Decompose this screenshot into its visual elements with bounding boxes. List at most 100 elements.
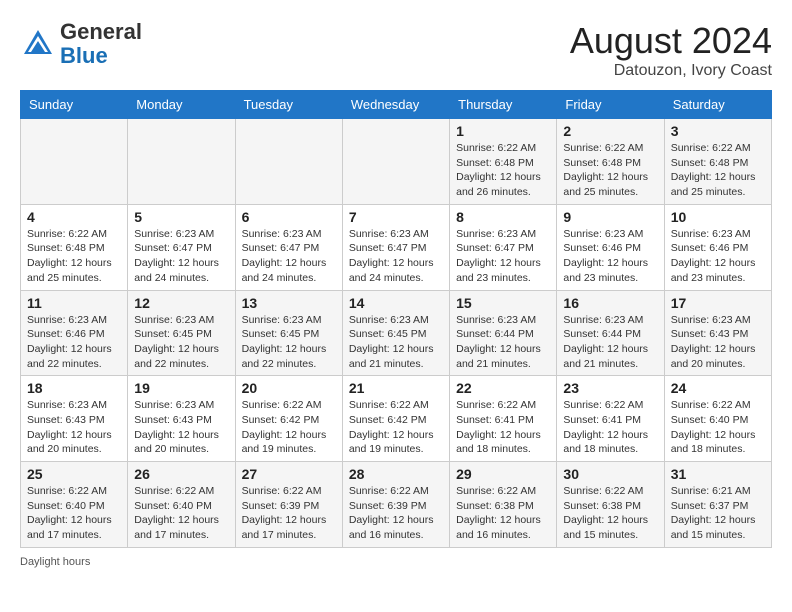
header-day-saturday: Saturday — [664, 91, 771, 119]
day-info: Sunrise: 6:22 AM Sunset: 6:38 PM Dayligh… — [456, 484, 550, 543]
day-info: Sunrise: 6:23 AM Sunset: 6:43 PM Dayligh… — [671, 313, 765, 372]
calendar-cell: 10 Sunrise: 6:23 AM Sunset: 6:46 PM Dayli… — [664, 204, 771, 290]
header-day-sunday: Sunday — [21, 91, 128, 119]
day-number: 13 — [242, 295, 336, 311]
calendar-cell: 25 Sunrise: 6:22 AM Sunset: 6:40 PM Dayli… — [21, 462, 128, 548]
day-info: Sunrise: 6:22 AM Sunset: 6:42 PM Dayligh… — [349, 398, 443, 457]
calendar-table: SundayMondayTuesdayWednesdayThursdayFrid… — [20, 90, 772, 548]
day-number: 10 — [671, 209, 765, 225]
day-info: Sunrise: 6:23 AM Sunset: 6:47 PM Dayligh… — [242, 227, 336, 286]
calendar-cell: 5 Sunrise: 6:23 AM Sunset: 6:47 PM Daylig… — [128, 204, 235, 290]
day-info: Sunrise: 6:23 AM Sunset: 6:46 PM Dayligh… — [563, 227, 657, 286]
day-number: 28 — [349, 466, 443, 482]
header-row: SundayMondayTuesdayWednesdayThursdayFrid… — [21, 91, 772, 119]
day-number: 15 — [456, 295, 550, 311]
day-number: 20 — [242, 380, 336, 396]
calendar-cell: 15 Sunrise: 6:23 AM Sunset: 6:44 PM Dayli… — [450, 290, 557, 376]
calendar-header: SundayMondayTuesdayWednesdayThursdayFrid… — [21, 91, 772, 119]
day-number: 14 — [349, 295, 443, 311]
calendar-cell: 24Sunrise: 6:22 AM Sunset: 6:40 PM Dayli… — [664, 376, 771, 462]
calendar-cell: 20 Sunrise: 6:22 AM Sunset: 6:42 PM Dayli… — [235, 376, 342, 462]
day-info: Sunrise: 6:23 AM Sunset: 6:47 PM Dayligh… — [456, 227, 550, 286]
day-number: 27 — [242, 466, 336, 482]
day-number: 8 — [456, 209, 550, 225]
calendar-cell: 30 Sunrise: 6:22 AM Sunset: 6:38 PM Dayli… — [557, 462, 664, 548]
calendar-cell: 1Sunrise: 6:22 AM Sunset: 6:48 PM Daylig… — [450, 119, 557, 205]
month-year-title: August 2024 — [570, 20, 772, 62]
calendar-body: 1 Sunrise: 6:22 AM Sunset: 6:48 PM Daylig… — [21, 119, 772, 548]
day-info: Sunrise: 6:23 AM Sunset: 6:47 PM Dayligh… — [134, 227, 228, 286]
day-info: Sunrise: 6:22 AM Sunset: 6:41 PM Dayligh… — [563, 398, 657, 457]
logo-general-text: General — [60, 19, 142, 44]
calendar-cell: 14 Sunrise: 6:23 AM Sunset: 6:45 PM Dayli… — [342, 290, 449, 376]
day-info: Sunrise: 6:22 AM Sunset: 6:40 PM Dayligh… — [27, 484, 121, 543]
day-info: Sunrise: 6:23 AM Sunset: 6:45 PM Dayligh… — [349, 313, 443, 372]
day-number: 29 — [456, 466, 550, 482]
calendar-cell: 21 Sunrise: 6:22 AM Sunset: 6:42 PM Dayli… — [342, 376, 449, 462]
logo: General Blue — [20, 20, 142, 68]
day-number: 12 — [134, 295, 228, 311]
day-number: 21 — [349, 380, 443, 396]
day-number: 18 — [27, 380, 121, 396]
day-info: Sunrise: 6:23 AM Sunset: 6:45 PM Dayligh… — [134, 313, 228, 372]
day-info: Sunrise: 6:21 AM Sunset: 6:37 PM Dayligh… — [671, 484, 765, 543]
day-number: 23 — [563, 380, 657, 396]
location-subtitle: Datouzon, Ivory Coast — [570, 62, 772, 80]
header-day-tuesday: Tuesday — [235, 91, 342, 119]
day-number: 9 — [563, 209, 657, 225]
day-number: 25 — [27, 466, 121, 482]
day-info: Sunrise: 6:22 AM Sunset: 6:48 PM Dayligh… — [671, 141, 765, 200]
day-number: 30 — [563, 466, 657, 482]
day-info: Sunrise: 6:23 AM Sunset: 6:43 PM Dayligh… — [27, 398, 121, 457]
calendar-cell: 31Sunrise: 6:21 AM Sunset: 6:37 PM Dayli… — [664, 462, 771, 548]
calendar-cell — [235, 119, 342, 205]
calendar-cell: 13 Sunrise: 6:23 AM Sunset: 6:45 PM Dayli… — [235, 290, 342, 376]
day-info: Sunrise: 6:22 AM Sunset: 6:42 PM Dayligh… — [242, 398, 336, 457]
logo-blue-text: Blue — [60, 43, 108, 68]
day-number: 7 — [349, 209, 443, 225]
day-info: Sunrise: 6:22 AM Sunset: 6:41 PM Dayligh… — [456, 398, 550, 457]
day-info: Sunrise: 6:22 AM Sunset: 6:48 PM Dayligh… — [27, 227, 121, 286]
calendar-cell: 23 Sunrise: 6:22 AM Sunset: 6:41 PM Dayli… — [557, 376, 664, 462]
calendar-cell: 26Sunrise: 6:22 AM Sunset: 6:40 PM Dayli… — [128, 462, 235, 548]
calendar-cell: 28Sunrise: 6:22 AM Sunset: 6:39 PM Dayli… — [342, 462, 449, 548]
day-info: Sunrise: 6:23 AM Sunset: 6:47 PM Dayligh… — [349, 227, 443, 286]
day-info: Sunrise: 6:23 AM Sunset: 6:46 PM Dayligh… — [671, 227, 765, 286]
calendar-cell: 12 Sunrise: 6:23 AM Sunset: 6:45 PM Dayli… — [128, 290, 235, 376]
page-header: General Blue August 2024 Datouzon, Ivory… — [20, 20, 772, 80]
day-info: Sunrise: 6:23 AM Sunset: 6:46 PM Dayligh… — [27, 313, 121, 372]
week-row-3: 11Sunrise: 6:23 AM Sunset: 6:46 PM Dayli… — [21, 290, 772, 376]
day-info: Sunrise: 6:22 AM Sunset: 6:38 PM Dayligh… — [563, 484, 657, 543]
calendar-cell: 11Sunrise: 6:23 AM Sunset: 6:46 PM Dayli… — [21, 290, 128, 376]
calendar-cell: 19Sunrise: 6:23 AM Sunset: 6:43 PM Dayli… — [128, 376, 235, 462]
day-info: Sunrise: 6:23 AM Sunset: 6:45 PM Dayligh… — [242, 313, 336, 372]
calendar-cell: 29 Sunrise: 6:22 AM Sunset: 6:38 PM Dayli… — [450, 462, 557, 548]
calendar-cell: 6 Sunrise: 6:23 AM Sunset: 6:47 PM Daylig… — [235, 204, 342, 290]
day-info: Sunrise: 6:23 AM Sunset: 6:43 PM Dayligh… — [134, 398, 228, 457]
day-number: 3 — [671, 123, 765, 139]
calendar-cell — [21, 119, 128, 205]
day-info: Sunrise: 6:22 AM Sunset: 6:40 PM Dayligh… — [671, 398, 765, 457]
day-number: 16 — [563, 295, 657, 311]
calendar-cell: 2 Sunrise: 6:22 AM Sunset: 6:48 PM Daylig… — [557, 119, 664, 205]
week-row-1: 1 Sunrise: 6:22 AM Sunset: 6:48 PM Daylig… — [21, 119, 772, 205]
day-number: 1 — [456, 123, 550, 139]
day-number: 5 — [134, 209, 228, 225]
title-block: August 2024 Datouzon, Ivory Coast — [570, 20, 772, 80]
calendar-cell: 18 Sunrise: 6:23 AM Sunset: 6:43 PM Dayli… — [21, 376, 128, 462]
day-info: Sunrise: 6:22 AM Sunset: 6:48 PM Dayligh… — [563, 141, 657, 200]
week-row-5: 25 Sunrise: 6:22 AM Sunset: 6:40 PM Dayli… — [21, 462, 772, 548]
day-number: 2 — [563, 123, 657, 139]
header-day-thursday: Thursday — [450, 91, 557, 119]
calendar-cell: 8 Sunrise: 6:23 AM Sunset: 6:47 PM Daylig… — [450, 204, 557, 290]
day-info: Sunrise: 6:23 AM Sunset: 6:44 PM Dayligh… — [563, 313, 657, 372]
calendar-cell: 3 Sunrise: 6:22 AM Sunset: 6:48 PM Daylig… — [664, 119, 771, 205]
day-number: 26 — [134, 466, 228, 482]
header-day-monday: Monday — [128, 91, 235, 119]
day-info: Sunrise: 6:23 AM Sunset: 6:44 PM Dayligh… — [456, 313, 550, 372]
logo-icon — [20, 26, 56, 62]
header-day-wednesday: Wednesday — [342, 91, 449, 119]
day-number: 6 — [242, 209, 336, 225]
calendar-cell: 4 Sunrise: 6:22 AM Sunset: 6:48 PM Daylig… — [21, 204, 128, 290]
day-number: 4 — [27, 209, 121, 225]
